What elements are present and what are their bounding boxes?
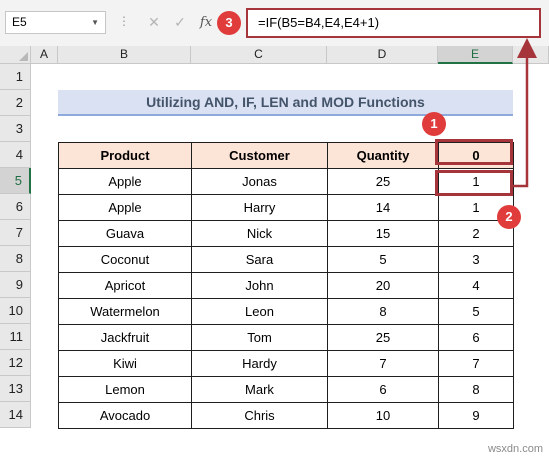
callout-badge-1: 1	[422, 112, 446, 136]
callout-badge-3: 3	[217, 11, 241, 35]
callout-badge-2: 2	[497, 205, 521, 229]
watermark: wsxdn.com	[487, 443, 543, 455]
callout-arrow	[513, 38, 537, 188]
